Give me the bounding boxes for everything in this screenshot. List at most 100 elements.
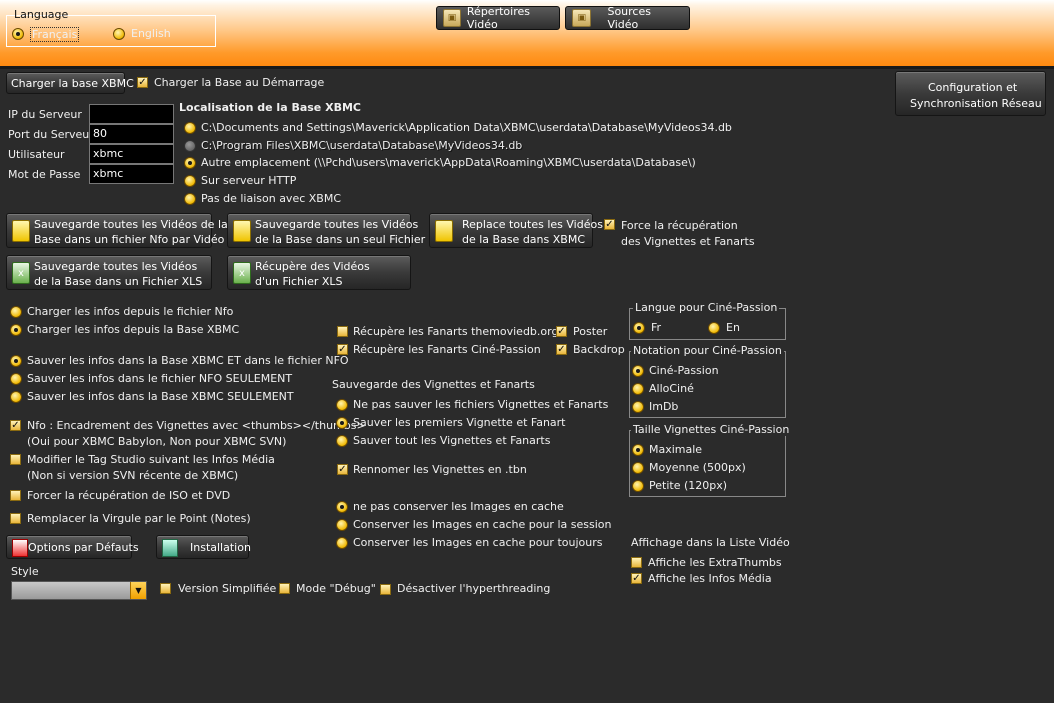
style-dropdown[interactable]: ▼ bbox=[11, 581, 147, 600]
save-single-file-label-2: de la Base dans un seul Fichier bbox=[255, 233, 426, 246]
radio-save-both[interactable] bbox=[10, 355, 22, 367]
poster-checkbox[interactable]: ✓ bbox=[556, 326, 567, 337]
default-options-label: Options par Défauts bbox=[28, 541, 139, 554]
radio-save-nfo-only[interactable] bbox=[10, 373, 22, 385]
fanarts-tmdb-label: Récupère les Fanarts themoviedb.org bbox=[353, 325, 559, 338]
replace-comma-label: Remplacer la Virgule par le Point (Notes… bbox=[27, 512, 251, 525]
network-config-label-2: Synchronisation Réseau bbox=[910, 97, 1042, 110]
replace-videos-label-1: Replace toutes les Vidéos bbox=[462, 218, 603, 231]
radio-save-db-only[interactable] bbox=[10, 391, 22, 403]
import-xls-button[interactable]: x Récupère des Vidéos d'un Fichier XLS bbox=[227, 255, 411, 290]
radio-cine-fr[interactable] bbox=[633, 322, 645, 334]
user-field[interactable]: xbmc bbox=[89, 144, 174, 164]
studio-tag-checkbox[interactable] bbox=[10, 454, 21, 465]
import-xls-label-1: Récupère des Vidéos bbox=[255, 260, 370, 273]
radio-load-db[interactable] bbox=[10, 324, 22, 336]
radio-save-all-thumbs[interactable] bbox=[336, 435, 348, 447]
rename-tbn-checkbox[interactable]: ✓ bbox=[337, 464, 348, 475]
save-xls-button[interactable]: x Sauvegarde toutes les Vidéos de la Bas… bbox=[6, 255, 212, 290]
style-label: Style bbox=[11, 565, 39, 578]
radio-no-save-thumbs[interactable] bbox=[336, 399, 348, 411]
installation-button[interactable]: Installation bbox=[156, 535, 251, 559]
cache-none-label: ne pas conserver les Images en cache bbox=[353, 500, 564, 513]
location-option-2: Autre emplacement (\\Pchd\users\maverick… bbox=[201, 156, 696, 169]
save-xls-label-1: Sauvegarde toutes les Vidéos bbox=[34, 260, 198, 273]
excel-icon: x bbox=[12, 262, 30, 284]
save-nfo-only-label: Sauver les infos dans le fichier NFO SEU… bbox=[27, 372, 293, 385]
load-on-start-checkbox[interactable]: ✓ bbox=[137, 77, 148, 88]
language-en-label[interactable]: English bbox=[131, 27, 171, 40]
fanarts-cine-checkbox[interactable]: ✓ bbox=[337, 344, 348, 355]
video-sources-button[interactable]: ▣ Sources Vidéo bbox=[565, 5, 690, 31]
nfo-thumbs-label-2: (Oui pour XBMC Babylon, Non pour XBMC SV… bbox=[27, 435, 287, 448]
thumbs-save-title: Sauvegarde des Vignettes et Fanarts bbox=[332, 378, 535, 391]
radio-size-small[interactable] bbox=[632, 480, 644, 492]
cine-language-title: Langue pour Ciné-Passion bbox=[633, 301, 780, 314]
studio-tag-label-2: (Non si version SVN récente de XBMC) bbox=[27, 469, 239, 482]
radio-language-fr[interactable] bbox=[12, 28, 24, 40]
import-xls-label-2: d'un Fichier XLS bbox=[255, 275, 343, 288]
load-nfo-label: Charger les infos depuis le fichier Nfo bbox=[27, 305, 234, 318]
backdrop-checkbox[interactable]: ✓ bbox=[556, 344, 567, 355]
size-max-label: Maximale bbox=[649, 443, 703, 456]
home-icon bbox=[12, 539, 28, 557]
save-all-nfo-label-1: Sauvegarde toutes les Vidéos de la bbox=[34, 218, 228, 231]
extrathumbs-checkbox[interactable] bbox=[631, 557, 642, 568]
poster-label: Poster bbox=[573, 325, 608, 338]
radio-location-3[interactable] bbox=[184, 175, 196, 187]
simplified-version-checkbox[interactable] bbox=[160, 583, 171, 594]
save-xls-label-2: de la Base dans un Fichier XLS bbox=[34, 275, 203, 288]
fanarts-tmdb-checkbox[interactable] bbox=[337, 326, 348, 337]
rating-imdb-label: ImDb bbox=[649, 400, 679, 413]
load-xbmc-db-button[interactable]: Charger la base XBMC bbox=[6, 72, 134, 94]
radio-rating-cine[interactable] bbox=[632, 365, 644, 377]
nfo-thumbs-checkbox[interactable]: ✓ bbox=[10, 420, 21, 431]
default-options-button[interactable]: Options par Défauts bbox=[6, 535, 139, 559]
sources-icon: ▣ bbox=[572, 9, 592, 27]
user-label: Utilisateur bbox=[8, 148, 65, 161]
radio-size-max[interactable] bbox=[632, 444, 644, 456]
radio-size-mid[interactable] bbox=[632, 462, 644, 474]
radio-location-0[interactable] bbox=[184, 122, 196, 134]
radio-cache-session[interactable] bbox=[336, 519, 348, 531]
replace-comma-checkbox[interactable] bbox=[10, 513, 21, 524]
save-single-file-button[interactable]: Sauvegarde toutes les Vidéos de la Base … bbox=[227, 213, 425, 248]
radio-rating-allocine[interactable] bbox=[632, 383, 644, 395]
debug-mode-checkbox[interactable] bbox=[279, 583, 290, 594]
location-option-3: Sur serveur HTTP bbox=[201, 174, 297, 187]
password-field[interactable]: xbmc bbox=[89, 164, 174, 184]
radio-rating-imdb[interactable] bbox=[632, 401, 644, 413]
password-label: Mot de Passe bbox=[8, 168, 81, 181]
radio-save-first-thumb[interactable] bbox=[336, 417, 348, 429]
cache-session-label: Conserver les Images en cache pour la se… bbox=[353, 518, 612, 531]
network-config-label-1: Configuration et bbox=[928, 81, 1018, 94]
save-all-nfo-button[interactable]: Sauvegarde toutes les Vidéos de la Base … bbox=[6, 213, 228, 248]
hyperthreading-checkbox[interactable] bbox=[380, 584, 391, 595]
load-on-start-label: Charger la Base au Démarrage bbox=[154, 76, 325, 89]
radio-location-4[interactable] bbox=[184, 193, 196, 205]
force-thumbs-checkbox[interactable]: ✓ bbox=[604, 219, 615, 230]
backdrop-label: Backdrop bbox=[573, 343, 625, 356]
load-xbmc-db-label: Charger la base XBMC bbox=[11, 77, 134, 90]
force-iso-checkbox[interactable] bbox=[10, 490, 21, 501]
radio-cine-en[interactable] bbox=[708, 322, 720, 334]
rating-allocine-label: AlloCiné bbox=[649, 382, 694, 395]
radio-cache-none[interactable] bbox=[336, 501, 348, 513]
radio-load-nfo[interactable] bbox=[10, 306, 22, 318]
chevron-down-icon[interactable]: ▼ bbox=[130, 582, 146, 599]
radio-location-1 bbox=[184, 140, 196, 152]
install-icon bbox=[162, 539, 178, 557]
replace-videos-button[interactable]: Replace toutes les Vidéos de la Base dan… bbox=[429, 213, 603, 248]
media-info-checkbox[interactable]: ✓ bbox=[631, 573, 642, 584]
video-directories-button[interactable]: ▣ Répertoires Vidéo bbox=[436, 5, 560, 31]
display-title: Affichage dans la Liste Vidéo bbox=[631, 536, 790, 549]
radio-cache-always[interactable] bbox=[336, 537, 348, 549]
server-port-field[interactable]: 80 bbox=[89, 124, 174, 144]
language-fr-label[interactable]: Français bbox=[30, 27, 80, 42]
radio-location-2[interactable] bbox=[184, 157, 196, 169]
network-config-button[interactable]: Configuration et Synchronisation Réseau bbox=[895, 71, 1046, 116]
radio-language-en[interactable] bbox=[113, 28, 125, 40]
server-ip-field[interactable] bbox=[89, 104, 174, 124]
installation-label: Installation bbox=[190, 541, 251, 554]
server-ip-label: IP du Serveur bbox=[8, 108, 82, 121]
